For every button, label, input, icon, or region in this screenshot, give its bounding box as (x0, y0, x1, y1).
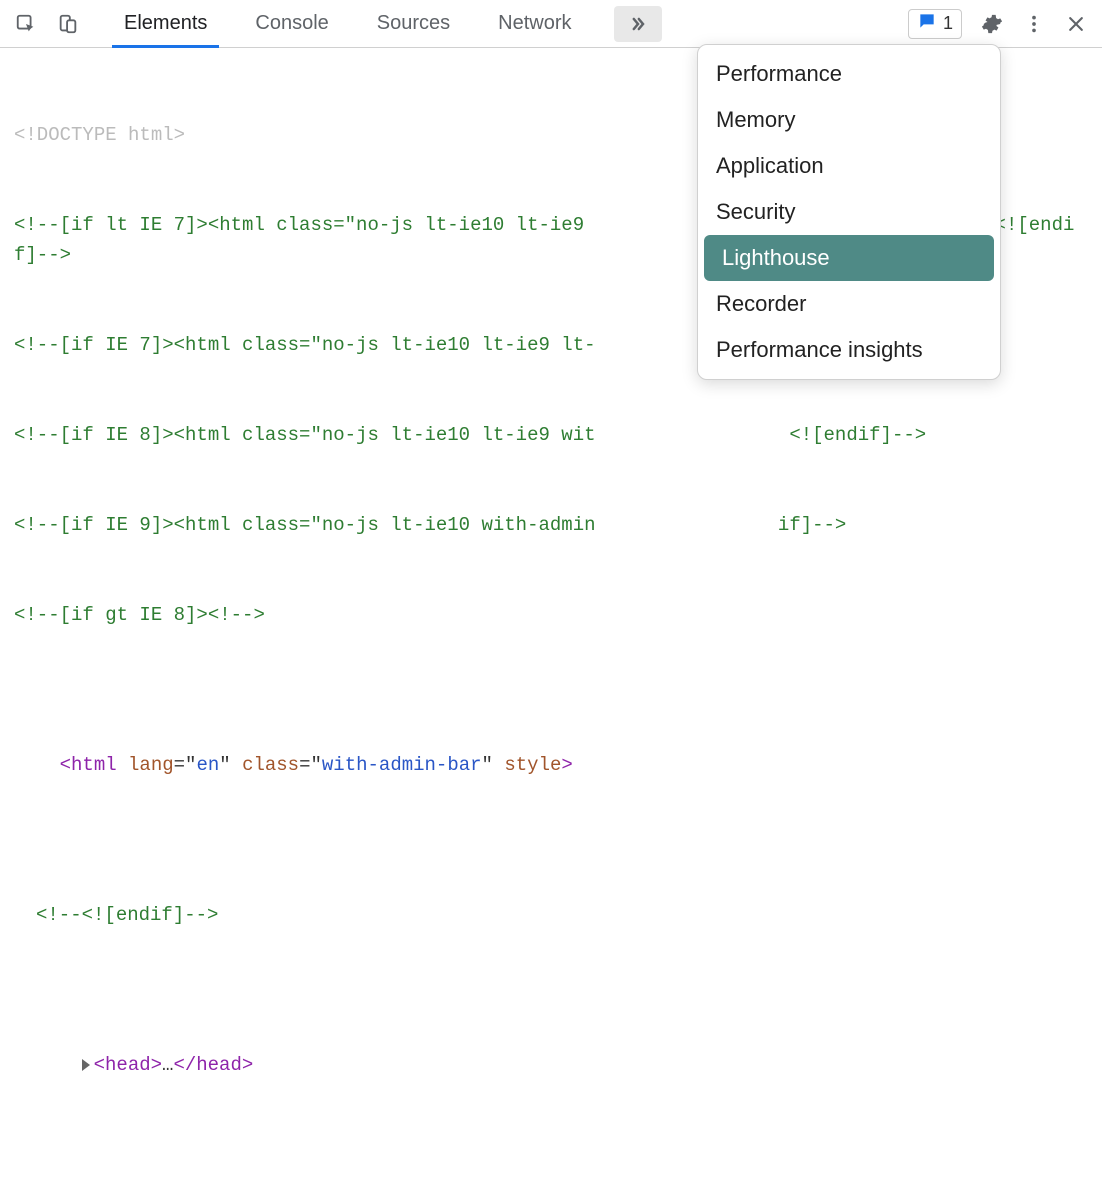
panel-tabs: Elements Console Sources Network (100, 0, 596, 47)
menu-item-lighthouse[interactable]: Lighthouse (704, 235, 994, 281)
dom-line[interactable]: <!--<![endif]--> (14, 900, 1088, 930)
punct: " (482, 754, 505, 776)
punct: =" (299, 754, 322, 776)
devtools-toolbar: Elements Console Sources Network 1 (0, 0, 1102, 48)
dom-line-html[interactable]: <html lang="en" class="with-admin-bar" s… (14, 720, 1088, 810)
tab-network[interactable]: Network (474, 0, 595, 47)
attr-value: en (196, 754, 219, 776)
message-icon (917, 11, 937, 36)
more-tabs-button[interactable] (614, 6, 662, 42)
tab-elements[interactable]: Elements (100, 0, 231, 47)
tab-sources[interactable]: Sources (353, 0, 474, 47)
attr-name: class (242, 754, 299, 776)
dom-line[interactable]: <!--[if IE 8]><html class="no-js lt-ie10… (14, 420, 1088, 450)
menu-item-security[interactable]: Security (698, 189, 1000, 235)
punct: > (561, 754, 572, 776)
attr-name: style (504, 754, 561, 776)
menu-item-performance[interactable]: Performance (698, 51, 1000, 97)
expand-icon[interactable] (82, 1059, 90, 1071)
settings-button[interactable] (974, 13, 1010, 35)
ellipsis: … (162, 1054, 173, 1076)
menu-item-recorder[interactable]: Recorder (698, 281, 1000, 327)
punct: " (219, 754, 242, 776)
punct: =" (174, 754, 197, 776)
menu-item-performance-insights[interactable]: Performance insights (698, 327, 1000, 373)
dom-line[interactable]: <!--[if IE 9]><html class="no-js lt-ie10… (14, 510, 1088, 540)
attr-value: with-admin-bar (322, 754, 482, 776)
menu-item-memory[interactable]: Memory (698, 97, 1000, 143)
inspect-element-icon[interactable] (8, 6, 44, 42)
menu-item-application[interactable]: Application (698, 143, 1000, 189)
more-options-button[interactable] (1016, 13, 1052, 35)
device-toggle-icon[interactable] (50, 6, 86, 42)
close-devtools-button[interactable] (1058, 14, 1094, 34)
issues-count: 1 (943, 13, 953, 34)
tag-name: <html (60, 754, 117, 776)
overflow-tabs-menu: Performance Memory Application Security … (697, 44, 1001, 380)
issues-button[interactable]: 1 (908, 9, 962, 39)
tag-name: </head> (173, 1054, 253, 1076)
dom-line-head[interactable]: <head>…</head> (14, 1020, 1088, 1110)
tag-name: <head> (94, 1054, 162, 1076)
attr-name: lang (117, 754, 174, 776)
dom-line[interactable]: <!--[if gt IE 8]><!--> (14, 600, 1088, 630)
tab-console[interactable]: Console (231, 0, 352, 47)
